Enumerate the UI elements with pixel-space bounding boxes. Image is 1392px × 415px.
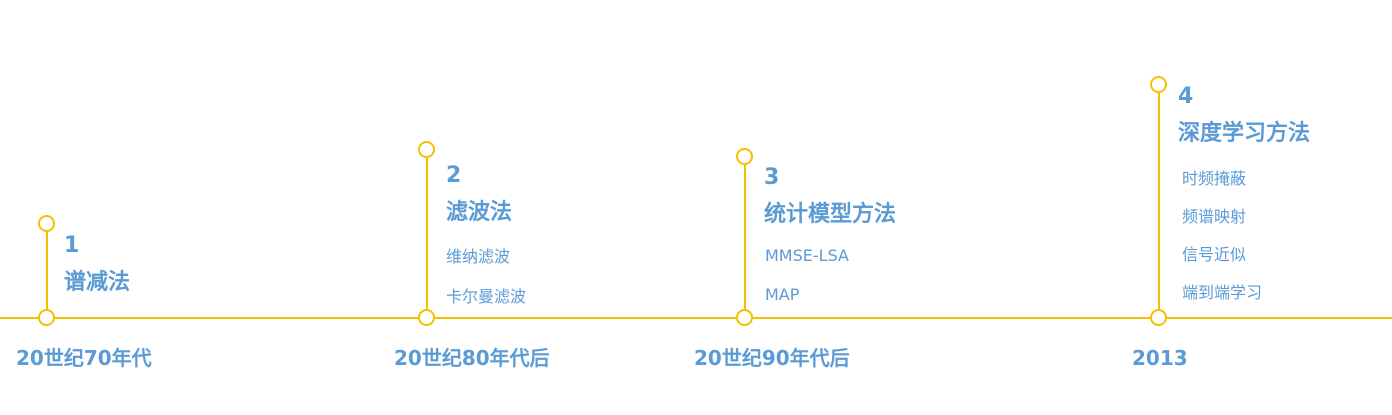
stage-3-item-2: MAP xyxy=(765,285,800,304)
stage-2-era: 20世纪80年代后 xyxy=(394,346,550,370)
stage-1-number: 1 xyxy=(64,233,80,258)
stage-3-number: 3 xyxy=(764,165,780,190)
stage-3-era: 20世纪90年代后 xyxy=(694,346,850,370)
stage-4-item-3: 信号近似 xyxy=(1182,245,1247,264)
stage-4-number: 4 xyxy=(1178,84,1194,109)
stage-1-marker-top xyxy=(38,215,55,232)
stage-1-marker-axis xyxy=(38,309,55,326)
stage-4-item-4: 端到端学习 xyxy=(1182,283,1263,302)
stage-3-marker-axis xyxy=(736,309,753,326)
stage-1-stem xyxy=(46,230,48,318)
stage-4-era: 2013 xyxy=(1132,346,1188,370)
stage-2-number: 2 xyxy=(446,163,462,188)
stage-3-item-1: MMSE-LSA xyxy=(765,246,849,265)
stage-3-stem xyxy=(744,164,746,318)
stage-4-marker-top xyxy=(1150,76,1167,93)
stage-2-title: 滤波法 xyxy=(446,200,513,225)
stage-2-marker-top xyxy=(418,141,435,158)
timeline-axis xyxy=(0,317,1392,319)
stage-1-title: 谱减法 xyxy=(64,270,131,295)
stage-1-era: 20世纪70年代 xyxy=(16,346,152,370)
stage-3-title: 统计模型方法 xyxy=(764,202,897,227)
stage-2-item-2: 卡尔曼滤波 xyxy=(446,287,527,306)
stage-4-stem xyxy=(1158,92,1160,318)
stage-4-marker-axis xyxy=(1150,309,1167,326)
stage-2-stem xyxy=(426,157,428,318)
stage-4-title: 深度学习方法 xyxy=(1178,121,1311,146)
stage-4-item-1: 时频掩蔽 xyxy=(1182,169,1247,188)
stage-2-item-1: 维纳滤波 xyxy=(446,247,511,266)
stage-3-marker-top xyxy=(736,148,753,165)
timeline-diagram: 1 谱减法 20世纪70年代 2 滤波法 维纳滤波 卡尔曼滤波 20世纪80年代… xyxy=(0,0,1392,415)
stage-4-item-2: 频谱映射 xyxy=(1182,207,1247,226)
stage-2-marker-axis xyxy=(418,309,435,326)
